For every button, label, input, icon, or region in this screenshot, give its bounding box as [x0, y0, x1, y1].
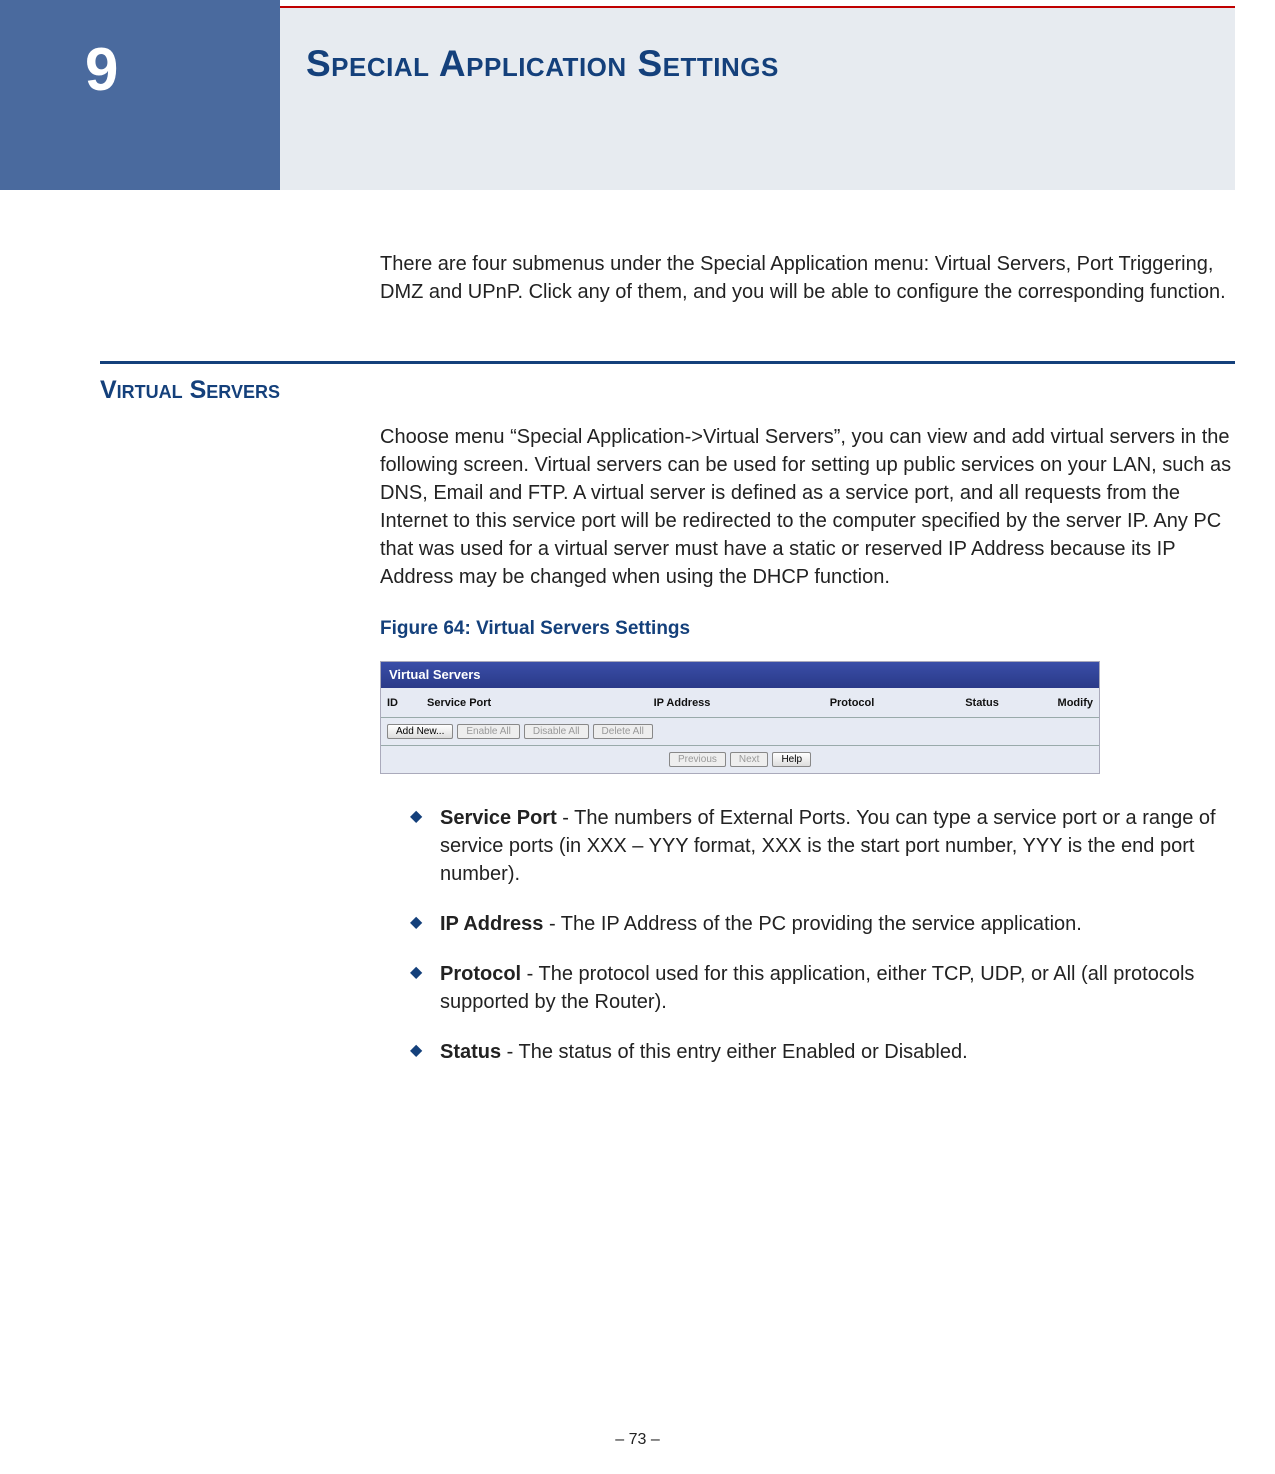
enable-all-button[interactable]: Enable All [457, 724, 519, 739]
intro-paragraph: There are four submenus under the Specia… [380, 250, 1235, 306]
bullet-term: IP Address [440, 913, 543, 935]
help-button[interactable]: Help [772, 752, 811, 767]
figure-nav-row: Previous Next Help [381, 746, 1099, 773]
delete-all-button[interactable]: Delete All [593, 724, 653, 739]
figure-caption: Figure 64: Virtual Servers Settings [380, 616, 1235, 643]
chapter-title: Special Application Settings [306, 43, 1235, 85]
section-divider [100, 361, 1235, 364]
list-item: IP Address - The IP Address of the PC pr… [410, 910, 1235, 938]
col-modify: Modify [1037, 696, 1093, 711]
bullet-list: Service Port - The numbers of External P… [410, 804, 1235, 1066]
bullet-text: - The IP Address of the PC providing the… [543, 913, 1081, 935]
figure-panel-title: Virtual Servers [381, 662, 1099, 688]
virtual-servers-figure: Virtual Servers ID Service Port IP Addre… [380, 661, 1100, 775]
col-service-port: Service Port [427, 696, 587, 711]
bullet-term: Service Port [440, 807, 557, 829]
section-heading: Virtual Servers [100, 376, 1235, 405]
figure-column-headers: ID Service Port IP Address Protocol Stat… [381, 688, 1099, 718]
bullet-term: Protocol [440, 963, 521, 985]
col-id: ID [387, 696, 427, 711]
chapter-number-block: 9 [0, 0, 280, 190]
disable-all-button[interactable]: Disable All [524, 724, 589, 739]
col-ip-address: IP Address [587, 696, 777, 711]
col-status: Status [927, 696, 1037, 711]
next-button[interactable]: Next [730, 752, 769, 767]
list-item: Status - The status of this entry either… [410, 1038, 1235, 1066]
figure-action-row: Add New... Enable All Disable All Delete… [381, 718, 1099, 746]
bullet-term: Status [440, 1041, 501, 1063]
col-protocol: Protocol [777, 696, 927, 711]
add-new-button[interactable]: Add New... [387, 724, 453, 739]
bullet-text: - The status of this entry either Enable… [501, 1041, 968, 1063]
page-number: – 73 – [0, 1431, 1275, 1449]
previous-button[interactable]: Previous [669, 752, 726, 767]
list-item: Protocol - The protocol used for this ap… [410, 960, 1235, 1016]
bullet-text: - The numbers of External Ports. You can… [440, 807, 1216, 885]
list-item: Service Port - The numbers of External P… [410, 804, 1235, 888]
bullet-text: - The protocol used for this application… [440, 963, 1194, 1013]
chapter-number: 9 [85, 35, 118, 104]
section-body-text: Choose menu “Special Application->Virtua… [380, 423, 1235, 591]
chapter-title-block: Special Application Settings [280, 8, 1235, 190]
